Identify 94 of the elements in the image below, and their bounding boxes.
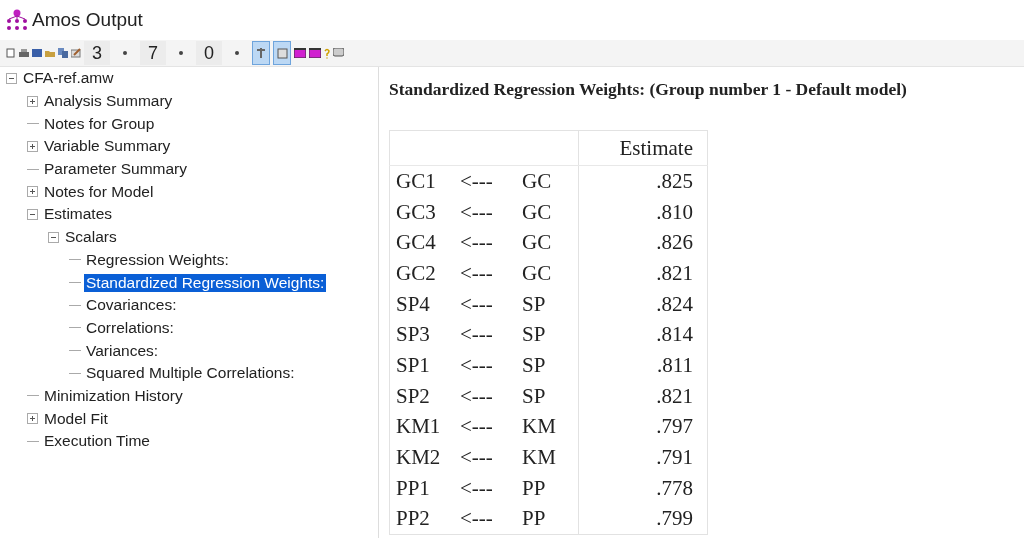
table-cell-text: <--- [459, 444, 494, 472]
page-icon[interactable] [32, 48, 42, 58]
spin-icon[interactable] [235, 51, 240, 55]
table-cell-text: <--- [459, 198, 494, 226]
output-heading: Standardized Regression Weights: (Group number 1 - Default model) [389, 79, 908, 100]
decimal-field[interactable]: 7 [140, 41, 167, 65]
expand-icon[interactable] [27, 413, 38, 425]
expand-icon[interactable] [27, 140, 38, 152]
tree-item[interactable]: Notes for Model [42, 182, 156, 201]
table-cell: KM [516, 411, 579, 443]
table-cell: KM [516, 442, 579, 473]
table-cell: GC4 [389, 227, 454, 259]
collapse-icon[interactable] [27, 208, 38, 220]
tree-item[interactable]: Analysis Summary [42, 92, 175, 111]
spin-icon[interactable] [179, 51, 184, 55]
table-cell: PP [516, 503, 579, 535]
tree-item[interactable]: Correlations: [84, 318, 176, 337]
table-cell: .824 [578, 288, 708, 320]
window-icon[interactable] [309, 48, 322, 58]
table-cell: GC [516, 196, 579, 228]
tree-item[interactable]: Regression Weights: [84, 250, 231, 269]
decimal-field[interactable]: 0 [196, 41, 223, 65]
table-cell: PP [516, 472, 579, 504]
table-cell: <--- [454, 503, 516, 535]
table-cell: GC3 [389, 196, 454, 228]
table-cell-text: <--- [459, 382, 494, 410]
tree-item[interactable]: Parameter Summary [42, 160, 189, 179]
tree-item[interactable]: CFA-ref.amw [21, 69, 116, 88]
table-cell: GC [516, 165, 579, 197]
table-cell: .810 [578, 196, 708, 228]
collapse-icon[interactable] [6, 72, 17, 84]
table-cell: .778 [578, 472, 708, 504]
tree-item[interactable]: Standardized Regression Weights: [84, 273, 327, 292]
table-cell: SP [516, 288, 579, 320]
edit-icon[interactable] [71, 48, 81, 58]
pin-icon [256, 47, 267, 59]
table-cell: PP1 [389, 472, 454, 504]
table-cell: GC [516, 258, 579, 289]
app-logo-icon [6, 9, 28, 31]
table-cell-text: <--- [459, 474, 494, 502]
table-cell: .791 [578, 442, 708, 473]
table-cell-text: <--- [459, 229, 494, 257]
copy-icon[interactable] [58, 48, 68, 58]
table-cell: PP2 [389, 503, 454, 535]
window-title: Amos Output [32, 9, 143, 31]
table-cell: SP4 [389, 288, 454, 320]
print-preview-icon[interactable] [6, 48, 16, 58]
table-cell: .799 [578, 503, 708, 535]
table-cell-text: <--- [459, 413, 494, 441]
table-cell: .814 [578, 319, 708, 351]
table-cell: KM2 [389, 442, 454, 473]
spin-icon[interactable] [123, 51, 127, 55]
window-icon[interactable] [294, 48, 307, 58]
table-cell: .811 [578, 350, 708, 381]
table-cell: <--- [454, 165, 516, 197]
tree-item[interactable]: Model Fit [42, 409, 110, 428]
table-cell: SP [516, 380, 579, 412]
tree-item[interactable]: Minimization History [42, 386, 185, 405]
tree-item[interactable]: Squared Multiple Correlations: [84, 364, 297, 383]
column-header: Estimate [578, 130, 708, 166]
printer-icon[interactable] [19, 48, 29, 58]
tree-item[interactable]: Execution Time [42, 432, 152, 451]
table-cell: SP2 [389, 380, 454, 412]
tree-item[interactable]: Scalars [63, 228, 119, 247]
tree-item[interactable]: Variances: [84, 341, 161, 360]
table-cell: .821 [578, 258, 708, 289]
table-cell: .821 [578, 380, 708, 412]
collapse-icon[interactable] [48, 231, 59, 243]
table-cell: GC [516, 227, 579, 259]
tree-item[interactable]: Estimates [42, 205, 115, 224]
pin-toggle-button[interactable] [252, 41, 271, 65]
tree-item[interactable]: Variable Summary [42, 137, 173, 156]
tree-item[interactable]: Covariances: [84, 296, 179, 315]
table-cell-text: <--- [459, 259, 494, 287]
table-cell: KM1 [389, 411, 454, 443]
table-cell-text: <--- [459, 321, 494, 349]
frame-toggle-button[interactable] [273, 41, 292, 65]
table-cell: SP3 [389, 319, 454, 351]
table-cell: SP1 [389, 350, 454, 381]
table-cell: SP [516, 350, 579, 381]
chat-icon[interactable] [333, 48, 345, 58]
table-cell-text: <--- [459, 351, 494, 379]
tree-item[interactable]: Notes for Group [42, 114, 157, 133]
decimal-field[interactable]: 3 [84, 41, 110, 65]
table-cell: .826 [578, 227, 708, 259]
table-cell: GC2 [389, 258, 454, 289]
table-cell: .797 [578, 411, 708, 443]
table-cell-text: <--- [459, 290, 494, 318]
table-cell: SP [516, 319, 579, 351]
square-icon [276, 47, 288, 59]
expand-icon[interactable] [27, 186, 38, 198]
expand-icon[interactable] [27, 95, 38, 107]
table-cell: GC1 [389, 165, 454, 197]
table-cell: .825 [578, 165, 708, 197]
